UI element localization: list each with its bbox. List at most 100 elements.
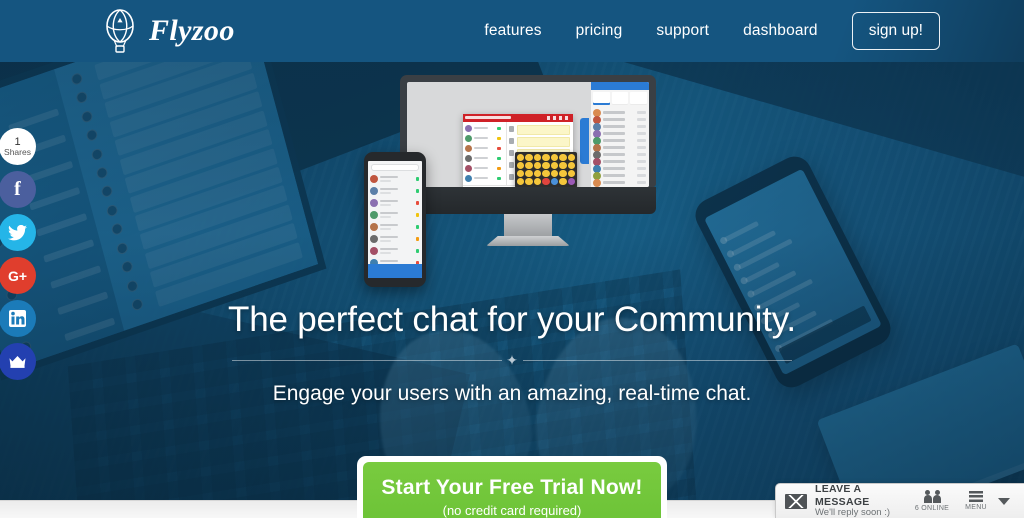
user-meta bbox=[637, 132, 646, 135]
user-meta bbox=[637, 118, 646, 121]
status-dot bbox=[416, 237, 419, 241]
user-name bbox=[474, 177, 488, 179]
app-chat-window-controls bbox=[547, 116, 571, 120]
product-device-mockups bbox=[0, 0, 1024, 518]
user-status bbox=[380, 204, 391, 206]
user-status bbox=[380, 252, 391, 254]
nav-link-features[interactable]: features bbox=[484, 22, 541, 40]
message-avatar bbox=[509, 162, 514, 168]
cta-container: Start Your Free Trial Now! (no credit ca… bbox=[357, 456, 667, 518]
user-status bbox=[380, 192, 391, 194]
status-dot bbox=[416, 225, 419, 229]
user-name bbox=[380, 260, 398, 262]
user-avatar bbox=[370, 199, 378, 207]
emoji-swatch bbox=[559, 162, 567, 169]
emoji-swatch bbox=[533, 170, 542, 177]
crown-glyph bbox=[9, 355, 26, 368]
user-name bbox=[603, 167, 625, 170]
emoji-swatch bbox=[550, 154, 559, 161]
nav-link-pricing[interactable]: pricing bbox=[576, 22, 623, 40]
hero-section: The perfect chat for your Community. ✦ E… bbox=[0, 300, 1024, 406]
user-meta bbox=[637, 174, 646, 177]
user-name bbox=[474, 127, 488, 129]
chat-user-row bbox=[465, 165, 501, 173]
user-name bbox=[380, 212, 398, 214]
emoji-swatch bbox=[567, 154, 575, 161]
app-panel-user-row bbox=[593, 179, 647, 187]
linkedin-share-icon[interactable] bbox=[0, 300, 36, 337]
emoji-swatch bbox=[559, 170, 567, 177]
facebook-glyph: f bbox=[14, 178, 21, 200]
buffer-share-icon[interactable] bbox=[0, 343, 36, 380]
nav-link-dashboard[interactable]: dashboard bbox=[743, 22, 818, 40]
app-side-tab bbox=[580, 118, 589, 164]
emoji-swatch bbox=[533, 154, 542, 161]
user-avatar bbox=[370, 235, 378, 243]
emoji-swatch bbox=[542, 170, 550, 177]
user-meta bbox=[637, 153, 646, 156]
emoji-swatch bbox=[517, 170, 525, 177]
status-dot bbox=[416, 213, 419, 217]
user-name bbox=[603, 160, 625, 163]
app-chat-user-list bbox=[463, 122, 507, 185]
divider-line-right bbox=[522, 359, 792, 361]
twitter-share-icon[interactable] bbox=[0, 214, 36, 251]
emoji-swatch bbox=[567, 178, 575, 185]
phone-user-row bbox=[370, 174, 420, 184]
user-meta bbox=[637, 139, 646, 142]
user-name bbox=[380, 188, 398, 190]
twitter-bird-glyph bbox=[8, 224, 27, 240]
chat-widget-subtitle: We'll reply soon :) bbox=[815, 506, 891, 518]
status-dot bbox=[497, 157, 501, 160]
user-name bbox=[474, 147, 488, 149]
phone-user-row bbox=[370, 198, 420, 208]
brand-logo[interactable]: Flyzoo bbox=[100, 9, 235, 53]
user-name bbox=[603, 118, 625, 121]
nav-link-support[interactable]: support bbox=[656, 22, 709, 40]
chat-user-row bbox=[465, 145, 501, 153]
google-plus-glyph: G+ bbox=[7, 267, 28, 284]
hot-air-balloon-icon bbox=[100, 9, 140, 53]
phone-user-row bbox=[370, 234, 420, 244]
emoji-swatch bbox=[517, 178, 525, 185]
app-tab-chats bbox=[593, 92, 610, 105]
social-share-rail: 1 Shares f G+ bbox=[0, 128, 36, 380]
envelope-icon bbox=[785, 493, 807, 509]
app-chat-title-text bbox=[465, 116, 511, 119]
chevron-down-icon[interactable] bbox=[998, 497, 1010, 505]
menu-label: MENU bbox=[965, 504, 987, 511]
emoji-swatch bbox=[559, 154, 567, 161]
user-meta bbox=[637, 167, 646, 170]
user-avatar bbox=[465, 175, 472, 182]
message-avatar bbox=[509, 174, 514, 180]
chat-widget-online-button[interactable]: 6 ONLINE bbox=[910, 490, 954, 512]
phone-user-row bbox=[370, 186, 420, 196]
nav-links: features pricing support dashboard sign … bbox=[484, 12, 940, 50]
user-avatar bbox=[465, 145, 472, 152]
user-avatar bbox=[593, 179, 601, 187]
start-free-trial-button[interactable]: Start Your Free Trial Now! (no credit ca… bbox=[363, 462, 661, 518]
monitor-chin bbox=[400, 187, 656, 214]
star-icon: ✦ bbox=[506, 352, 518, 368]
main-navigation: Flyzoo features pricing support dashboar… bbox=[0, 0, 1024, 62]
share-count-badge: 1 Shares bbox=[0, 128, 36, 165]
emoji-swatch bbox=[533, 162, 542, 169]
sign-up-button[interactable]: sign up! bbox=[851, 12, 940, 50]
user-name bbox=[603, 146, 625, 149]
people-icon bbox=[923, 490, 941, 503]
facebook-share-icon[interactable]: f bbox=[0, 171, 36, 208]
monitor-screen bbox=[407, 82, 649, 187]
emoji-swatch bbox=[517, 154, 525, 161]
google-plus-share-icon[interactable]: G+ bbox=[0, 257, 36, 294]
status-dot bbox=[497, 177, 501, 180]
user-status bbox=[380, 180, 391, 182]
chat-widget-menu-button[interactable]: MENU bbox=[954, 491, 998, 511]
emoji-swatch bbox=[550, 170, 559, 177]
emoji-swatch bbox=[567, 162, 575, 169]
live-chat-widget[interactable]: LEAVE A MESSAGE We'll reply soon :) 6 ON… bbox=[775, 483, 1024, 518]
message-avatar bbox=[509, 126, 514, 132]
user-name bbox=[603, 181, 625, 184]
app-tab-settings bbox=[630, 92, 648, 105]
emoji-swatch bbox=[517, 162, 525, 169]
emoji-swatch bbox=[567, 170, 575, 177]
